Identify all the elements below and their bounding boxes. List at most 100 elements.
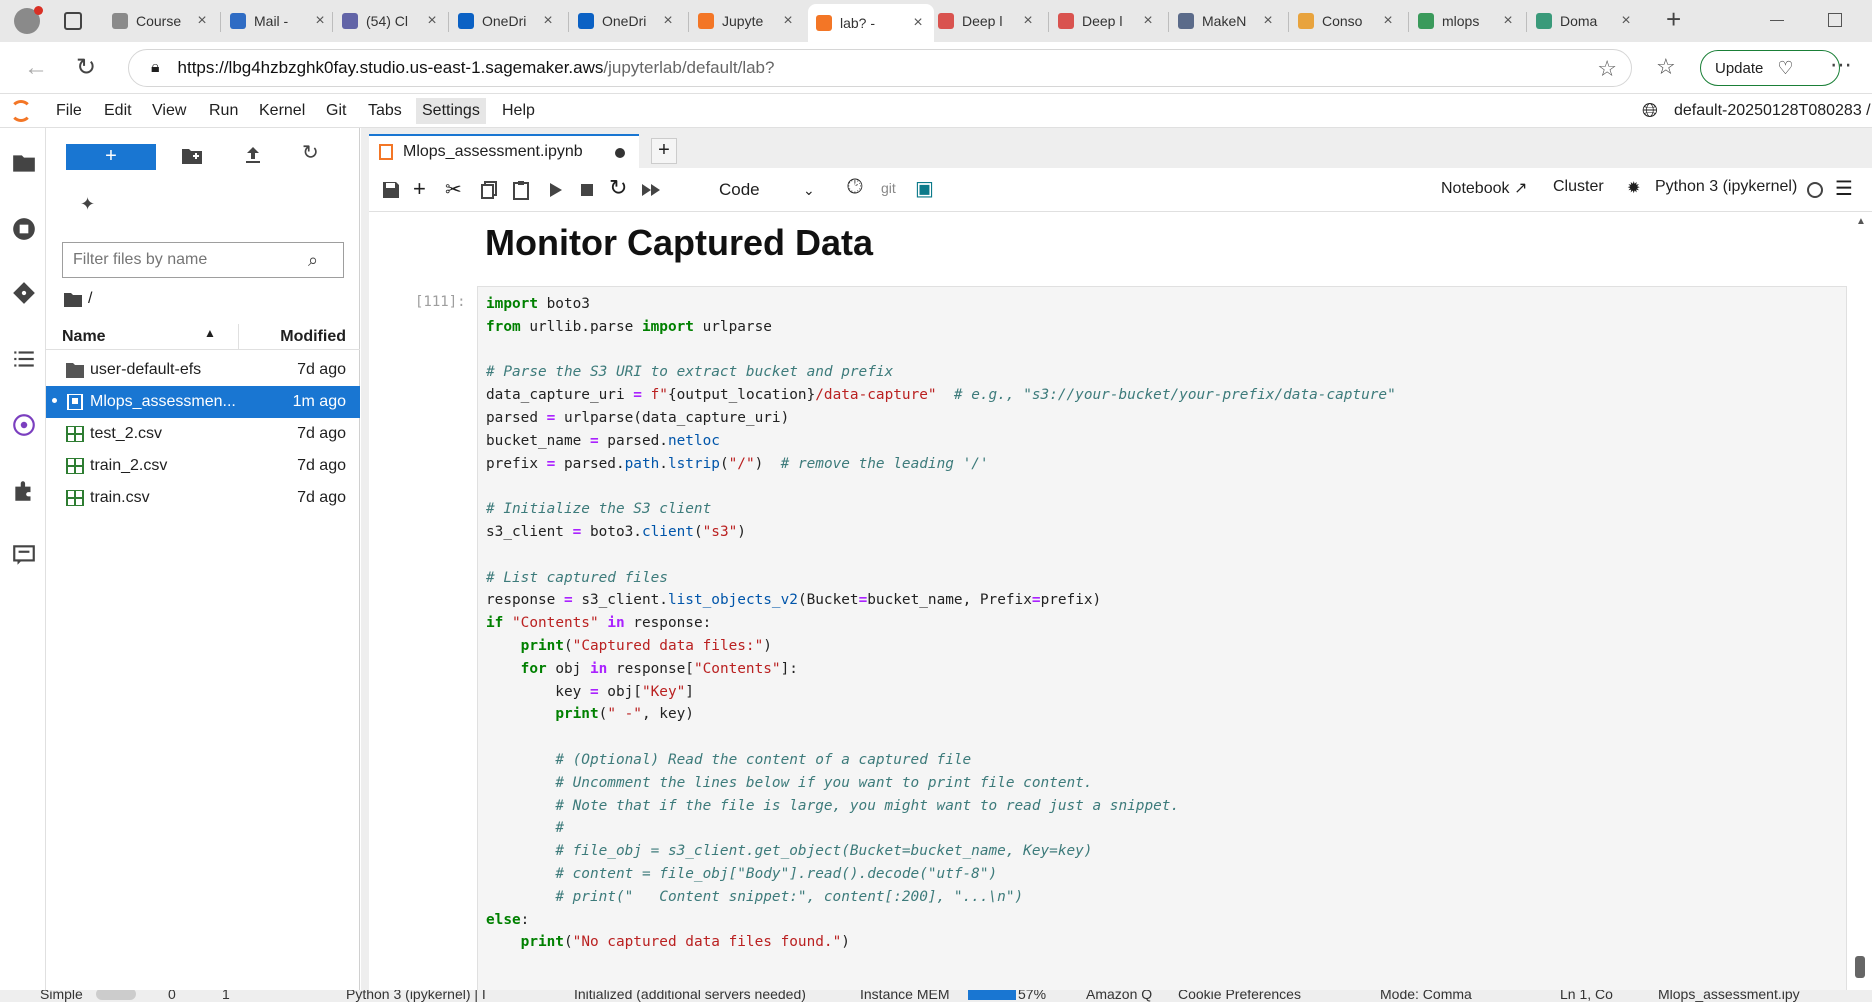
- close-tab-icon[interactable]: ×: [660, 12, 676, 30]
- git-icon[interactable]: [11, 280, 37, 306]
- git-diff-label[interactable]: git: [881, 180, 901, 200]
- menu-hamburger-icon[interactable]: ☰: [1835, 176, 1853, 201]
- lsp-status[interactable]: Initialized (additional servers needed): [574, 990, 806, 1002]
- browser-tab[interactable]: Doma ×: [1528, 6, 1642, 36]
- name-column-header[interactable]: Name: [62, 328, 106, 346]
- extensions-icon[interactable]: [11, 478, 37, 504]
- browser-tab[interactable]: Course ×: [104, 6, 218, 36]
- simple-mode-toggle[interactable]: [96, 990, 136, 1000]
- line-column[interactable]: Ln 1, Co: [1560, 990, 1613, 1002]
- menu-help[interactable]: Help: [496, 98, 541, 124]
- notebook-tab[interactable]: Mlops_assessment.ipynb: [369, 134, 639, 168]
- browser-tab[interactable]: Deep l ×: [930, 6, 1044, 36]
- browser-tab[interactable]: lab? - ×: [808, 4, 934, 42]
- restart-kernel-icon[interactable]: ↻: [609, 175, 629, 200]
- save-icon[interactable]: [381, 180, 401, 200]
- amazon-q-status[interactable]: Amazon Q: [1086, 990, 1152, 1002]
- close-tab-icon[interactable]: ×: [1020, 12, 1036, 30]
- menu-tabs[interactable]: Tabs: [362, 98, 408, 124]
- browser-tab[interactable]: OneDri ×: [570, 6, 684, 36]
- unsaved-dot-icon[interactable]: [615, 148, 625, 158]
- browser-tab[interactable]: Conso ×: [1290, 6, 1404, 36]
- refresh-icon[interactable]: ↻: [76, 53, 96, 82]
- browser-tab[interactable]: MakeN ×: [1170, 6, 1284, 36]
- chat-icon[interactable]: [11, 542, 37, 568]
- update-button[interactable]: Update ♡: [1700, 50, 1840, 86]
- profile-avatar[interactable]: [14, 6, 43, 34]
- close-tab-icon[interactable]: ×: [1140, 12, 1156, 30]
- browser-tab[interactable]: Mail - ×: [222, 6, 336, 36]
- debug-icon[interactable]: ✹: [1627, 178, 1640, 198]
- minimize-icon[interactable]: [1770, 20, 1784, 21]
- stop-icon[interactable]: [577, 180, 597, 200]
- notebook-view-link[interactable]: Notebook ↗: [1441, 178, 1527, 198]
- sort-ascending-icon[interactable]: ▲: [204, 326, 216, 340]
- close-tab-icon[interactable]: ×: [780, 12, 796, 30]
- menu-settings[interactable]: Settings: [416, 98, 486, 124]
- refresh-files-icon[interactable]: ↻: [302, 140, 319, 165]
- insert-cell-icon[interactable]: +: [413, 176, 433, 201]
- run-icon[interactable]: [545, 180, 565, 200]
- search-icon[interactable]: ⌕: [308, 250, 318, 271]
- close-tab-icon[interactable]: ×: [312, 12, 328, 30]
- close-tab-icon[interactable]: ×: [1618, 12, 1634, 30]
- cut-icon[interactable]: ✂: [445, 177, 465, 201]
- file-row[interactable]: train.csv 7d ago: [46, 482, 360, 514]
- new-tab-icon[interactable]: +: [1666, 4, 1681, 35]
- breadcrumb-path[interactable]: /: [88, 290, 92, 308]
- git-clone-icon[interactable]: ✦: [80, 194, 95, 215]
- cluster-button[interactable]: Cluster: [1553, 178, 1604, 196]
- tab-actions-icon[interactable]: [64, 12, 82, 30]
- cookie-preferences-link[interactable]: Cookie Preferences: [1178, 990, 1301, 1002]
- cell-type-select[interactable]: Code ⌄: [719, 176, 819, 204]
- back-icon[interactable]: ←: [24, 54, 48, 82]
- code-cell[interactable]: import boto3 from urllib.parse import ur…: [477, 286, 1847, 990]
- lock-icon[interactable]: 🔒︎: [151, 59, 160, 77]
- filter-files-input[interactable]: [62, 242, 344, 278]
- clock-icon[interactable]: 🕑︎: [847, 176, 867, 198]
- menu-git[interactable]: Git: [320, 98, 352, 124]
- vertical-scrollbar[interactable]: ▲: [1854, 216, 1866, 986]
- close-tab-icon[interactable]: ×: [910, 14, 926, 32]
- upload-icon[interactable]: [244, 146, 262, 164]
- url-bar[interactable]: 🔒︎ https://lbg4hzbzghk0fay.studio.us-eas…: [128, 49, 1632, 87]
- schedule-icon[interactable]: ▣: [915, 176, 935, 200]
- browser-tab[interactable]: Jupyte ×: [690, 6, 804, 36]
- more-icon[interactable]: ⋯: [1830, 52, 1852, 78]
- close-tab-icon[interactable]: ×: [1380, 12, 1396, 30]
- fast-forward-icon[interactable]: [641, 180, 661, 200]
- menu-kernel[interactable]: Kernel: [253, 98, 311, 124]
- browser-tab[interactable]: mlops ×: [1410, 6, 1524, 36]
- amazon-q-icon[interactable]: [11, 412, 37, 438]
- file-row[interactable]: train_2.csv 7d ago: [46, 450, 360, 482]
- menu-view[interactable]: View: [146, 98, 192, 124]
- close-tab-icon[interactable]: ×: [540, 12, 556, 30]
- breadcrumb-folder-icon[interactable]: [64, 293, 82, 307]
- close-tab-icon[interactable]: ×: [1500, 12, 1516, 30]
- new-tab-plus-icon[interactable]: +: [651, 138, 677, 164]
- browser-tab[interactable]: Deep l ×: [1050, 6, 1164, 36]
- menu-edit[interactable]: Edit: [98, 98, 138, 124]
- running-kernels-icon[interactable]: [11, 216, 37, 242]
- kernel-name[interactable]: Python 3 (ipykernel): [1655, 178, 1797, 196]
- folder-icon[interactable]: [11, 150, 37, 176]
- code-editor[interactable]: import boto3 from urllib.parse import ur…: [486, 293, 1396, 954]
- browser-tab[interactable]: (54) Cl ×: [334, 6, 448, 36]
- close-tab-icon[interactable]: ×: [424, 12, 440, 30]
- restore-icon[interactable]: [1828, 13, 1842, 27]
- file-row[interactable]: test_2.csv 7d ago: [46, 418, 360, 450]
- browser-tab[interactable]: OneDri ×: [450, 6, 564, 36]
- copy-icon[interactable]: [479, 180, 499, 200]
- close-tab-icon[interactable]: ×: [194, 12, 210, 30]
- file-row[interactable]: Mlops_assessmen... 1m ago: [46, 386, 360, 418]
- new-launcher-button[interactable]: +: [66, 144, 156, 170]
- favorite-star-icon[interactable]: ☆: [1597, 56, 1617, 82]
- new-folder-icon[interactable]: [182, 148, 202, 164]
- file-row[interactable]: user-default-efs 7d ago: [46, 354, 360, 386]
- paste-icon[interactable]: [511, 180, 531, 200]
- favorites-icon[interactable]: ☆: [1656, 54, 1676, 80]
- modified-column-header[interactable]: Modified: [280, 328, 346, 346]
- menu-run[interactable]: Run: [203, 98, 244, 124]
- menu-file[interactable]: File: [50, 98, 88, 124]
- table-of-contents-icon[interactable]: [11, 346, 37, 372]
